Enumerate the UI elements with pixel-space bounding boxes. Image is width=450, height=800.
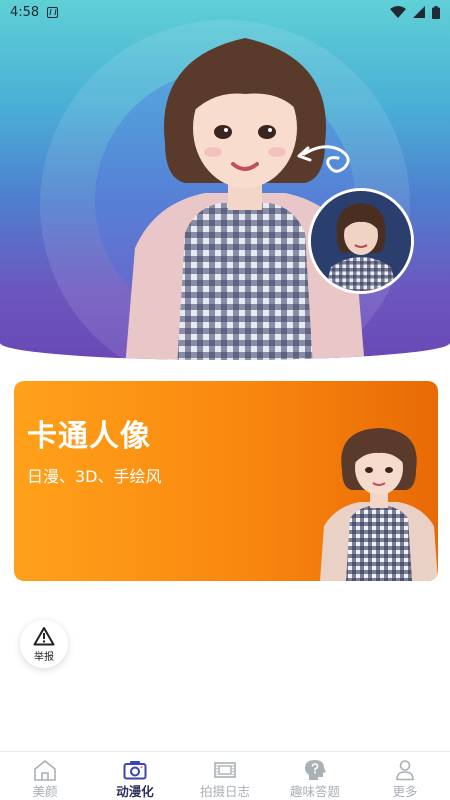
home-icon xyxy=(32,759,58,781)
app-screen: 4:58 卡通人像 日漫、3D、手绘风 举报 美颜 动漫化 拍摄日志 趣味答题 … xyxy=(0,0,450,800)
battery-icon xyxy=(432,5,440,19)
cartoon-portrait-card[interactable]: 卡通人像 日漫、3D、手绘风 xyxy=(14,381,438,581)
tab-shooting-log[interactable]: 拍摄日志 xyxy=(180,752,270,800)
a-icon xyxy=(47,6,59,18)
bottom-tab-bar: 美颜 动漫化 拍摄日志 趣味答题 更多 xyxy=(0,751,450,800)
film-frame-icon xyxy=(212,759,238,781)
head-question-icon xyxy=(302,759,328,781)
tab-anime[interactable]: 动漫化 xyxy=(90,752,180,800)
tab-label: 动漫化 xyxy=(116,784,154,799)
tab-beauty[interactable]: 美颜 xyxy=(0,752,90,800)
report-button[interactable]: 举报 xyxy=(20,620,68,668)
tab-label: 美颜 xyxy=(32,784,58,799)
tab-more[interactable]: 更多 xyxy=(360,752,450,800)
tab-label: 拍摄日志 xyxy=(199,784,250,799)
tab-quiz[interactable]: 趣味答题 xyxy=(270,752,360,800)
signal-icon xyxy=(413,6,425,18)
report-label: 举报 xyxy=(34,651,54,663)
curved-arrow-icon xyxy=(297,145,350,173)
warning-triangle-icon xyxy=(33,626,55,645)
tab-label: 趣味答题 xyxy=(289,784,340,799)
original-photo-thumbnail xyxy=(308,188,414,294)
person-icon xyxy=(392,759,418,781)
tab-label: 更多 xyxy=(392,784,418,799)
hero-banner xyxy=(0,0,450,360)
cartoon-portrait-image xyxy=(125,38,365,360)
wifi-icon xyxy=(390,6,406,18)
status-time: 4:58 xyxy=(10,4,40,20)
card-portrait-image xyxy=(320,428,438,581)
card-subtitle: 日漫、3D、手绘风 xyxy=(27,467,162,486)
status-bar: 4:58 xyxy=(0,0,450,24)
card-title: 卡通人像 xyxy=(27,419,151,454)
camera-icon xyxy=(122,759,148,781)
